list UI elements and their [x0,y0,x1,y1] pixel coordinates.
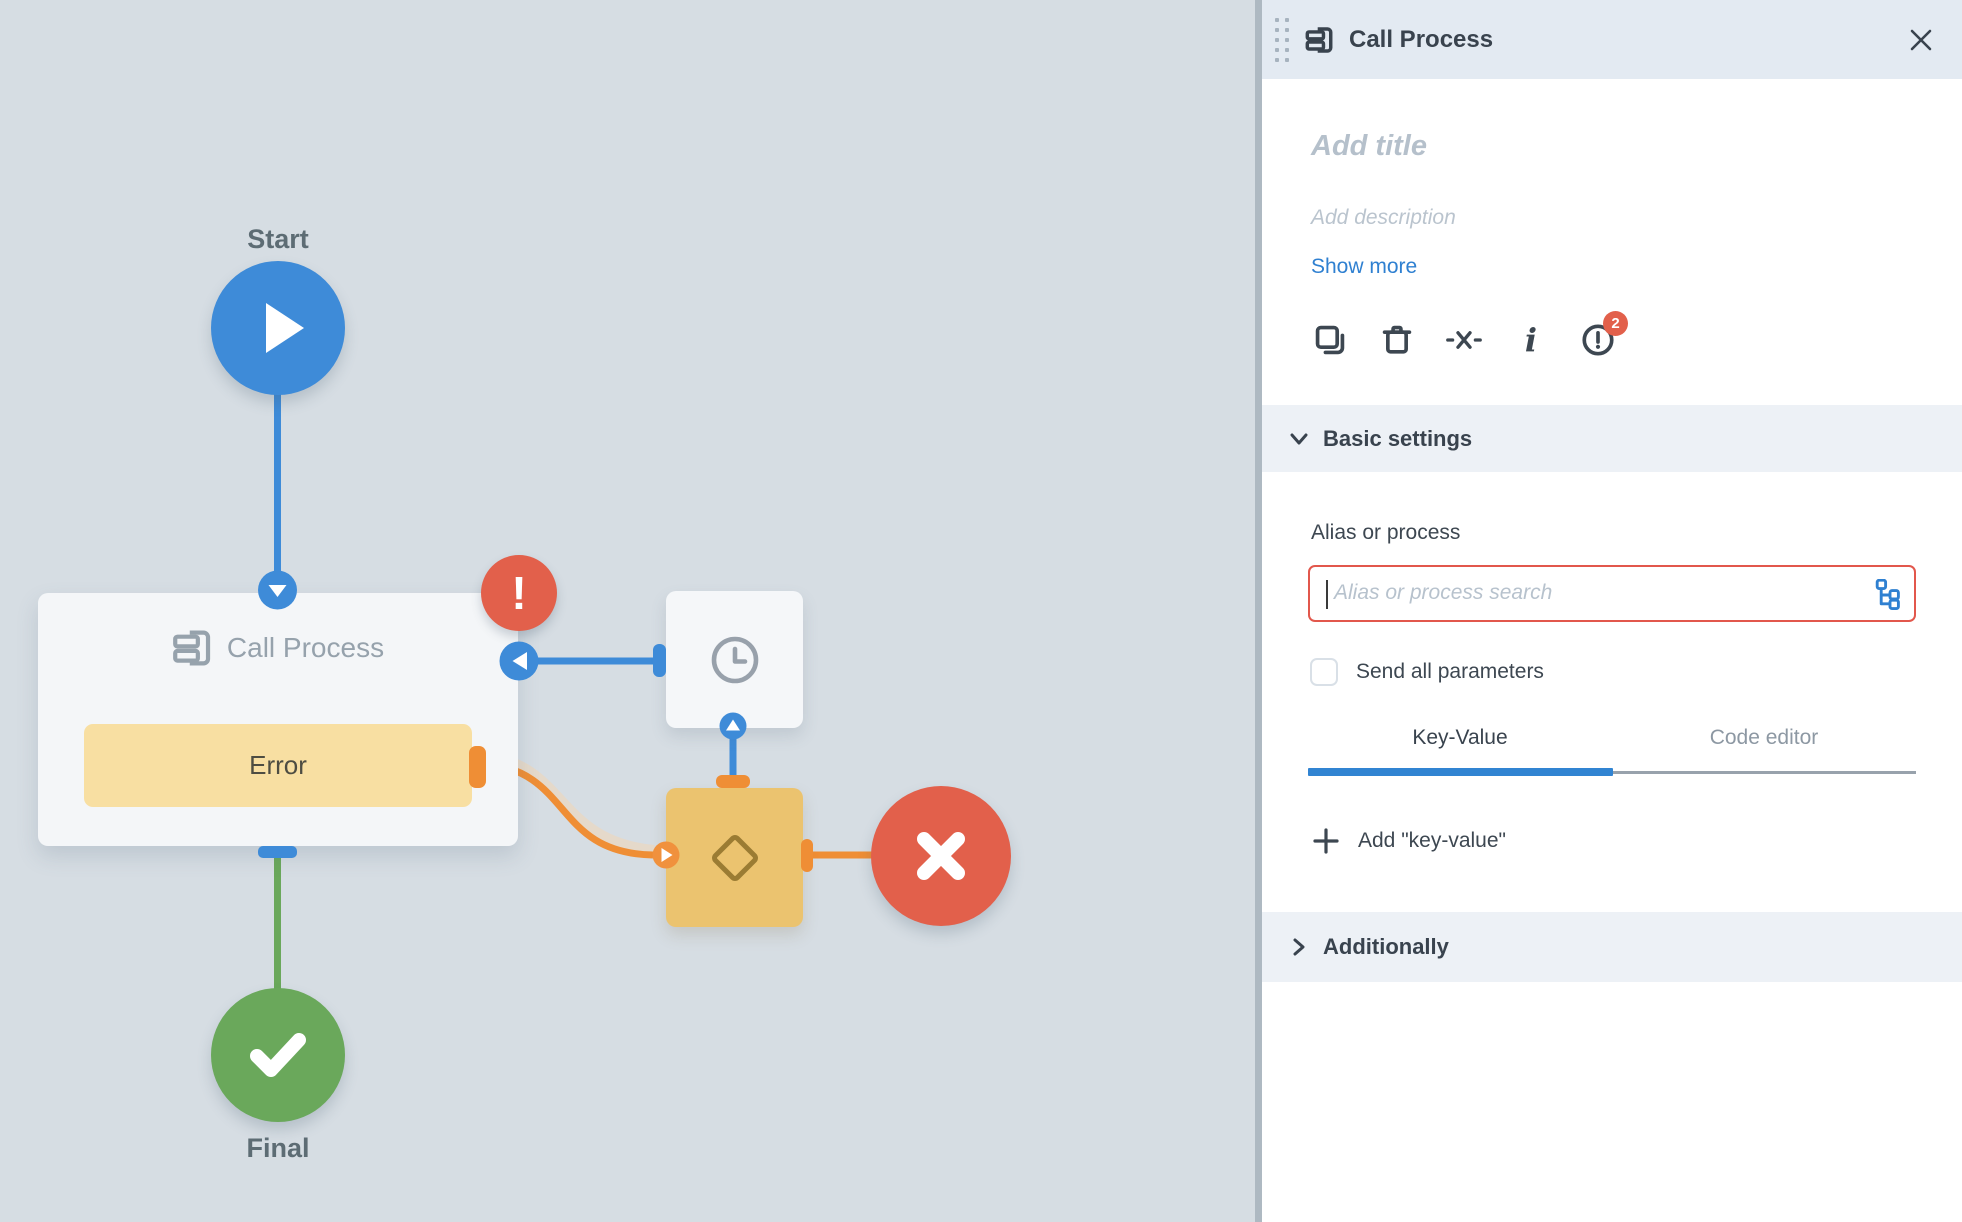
panel-resize-divider[interactable] [1255,0,1262,1222]
close-icon[interactable] [1908,27,1934,53]
active-tab-indicator [1308,768,1613,776]
tab-code-editor[interactable]: Code editor [1612,721,1916,755]
description-field[interactable]: Add description [1311,206,1456,230]
alias-search-placeholder: Alias or process search [1334,581,1552,605]
process-canvas[interactable]: Start Call Process Error ! [0,0,1255,1222]
info-button[interactable]: i [1513,321,1549,359]
add-key-value-label: Add "key-value" [1358,829,1506,853]
text-caret [1326,580,1328,609]
panel-title: Call Process [1349,26,1493,54]
info-icon: i [1525,321,1537,359]
process-tree-icon[interactable] [1870,579,1902,611]
delay-input-handle[interactable] [653,644,666,677]
additionally-section-header[interactable]: Additionally [1262,912,1962,982]
additionally-label: Additionally [1323,934,1449,960]
alerts-button[interactable]: 2 [1580,321,1616,359]
cut-icon [1446,323,1482,357]
send-all-parameters-checkbox[interactable] [1310,658,1338,686]
alias-search-input[interactable]: Alias or process search [1308,565,1916,622]
send-all-parameters-label: Send all parameters [1356,660,1544,684]
basic-settings-label: Basic settings [1323,426,1472,452]
show-more-link[interactable]: Show more [1311,255,1417,279]
send-all-parameters-row: Send all parameters [1310,658,1544,686]
call-process-icon [1305,25,1335,55]
cut-button[interactable] [1446,321,1482,359]
node-toolbar: i 2 [1312,321,1616,359]
title-field[interactable]: Add title [1311,130,1427,163]
alerts-count-badge: 2 [1603,311,1628,336]
callprocess-output-port[interactable] [258,846,297,858]
chevron-right-icon [1288,936,1310,958]
chevron-down-icon [1288,428,1310,450]
tab-key-value[interactable]: Key-Value [1308,721,1612,755]
panel-header: Call Process [1262,0,1962,79]
condition-output-handle[interactable] [801,839,813,872]
basic-settings-section-header[interactable]: Basic settings [1262,405,1962,472]
condition-top-handle[interactable] [716,775,750,788]
plus-icon [1312,827,1340,855]
alias-or-process-label: Alias or process [1311,521,1460,545]
node-settings-panel: Call Process Add title Add description S… [1262,0,1962,1222]
drag-handle-icon[interactable] [1275,18,1289,62]
connection-ports [0,0,1255,1222]
parameters-tabs: Key-Value Code editor [1308,721,1916,755]
copy-button[interactable] [1312,321,1348,359]
trash-icon [1380,323,1414,357]
tab-divider-line [1613,771,1916,774]
delete-button[interactable] [1379,321,1415,359]
error-output-handle[interactable] [469,746,486,788]
add-key-value-button[interactable]: Add "key-value" [1312,827,1506,855]
copy-icon [1313,323,1347,357]
app-window: Start Call Process Error ! [0,0,1962,1222]
